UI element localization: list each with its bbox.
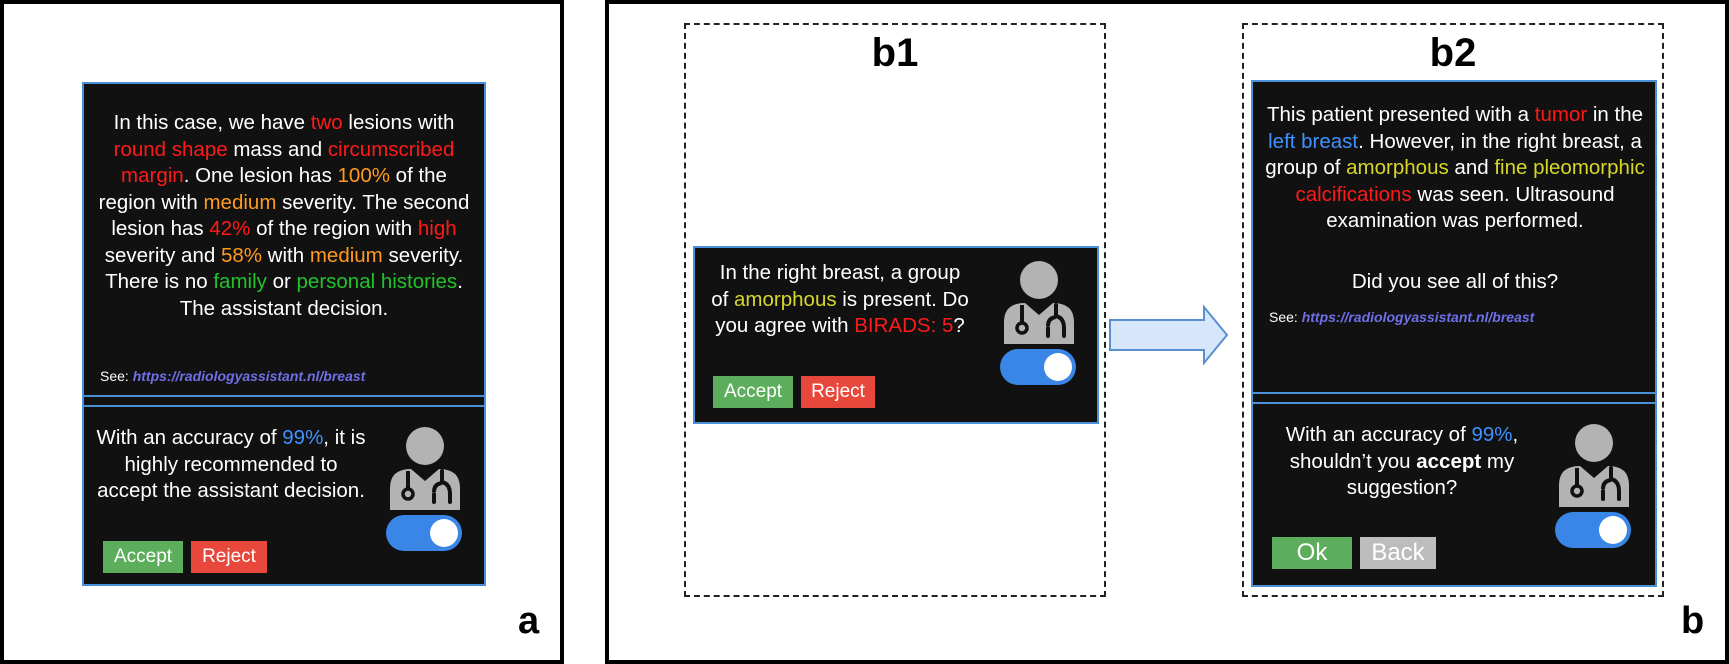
panel-letter-a: a [518,600,540,642]
recommendation-text: With an accuracy of 99%, it is highly re… [96,425,366,505]
text-segment: ? [953,314,965,337]
text-segment: with [261,243,310,267]
accept-button[interactable]: Accept [713,376,793,408]
reference-note: See: https://radiologyassistant.nl/breas… [1269,309,1534,325]
text-segment: high [417,217,457,240]
case-description: In this case, we have two lesions with r… [94,110,474,322]
text-segment: medium [203,190,277,214]
text-segment: accept [1416,449,1482,473]
b2-suggestion: With an accuracy of 99%, shouldn’t you a… [1277,422,1527,502]
text-segment: 100% [337,164,390,187]
assistant-toggle[interactable] [1555,512,1631,548]
section-divider [84,395,484,407]
text-segment: two [310,111,343,134]
assistant-card-b1: In the right breast, a group of amorphou… [693,246,1099,424]
text-segment: and [1448,156,1495,179]
panel-a: In this case, we have two lesions with r… [0,0,564,664]
text-segment: This patient presented with a [1266,103,1535,126]
scenario-b1: b1 In the right breast, a group of amorp… [684,23,1106,597]
text-segment: in the [1587,103,1644,126]
assistant-toggle[interactable] [1000,349,1076,385]
text-segment: or [266,270,297,293]
text-segment: 99% [1471,423,1513,446]
see-label: See: [100,368,129,384]
reject-button[interactable]: Reject [191,541,267,573]
section-divider [1253,392,1655,404]
ok-button[interactable]: Ok [1272,537,1352,569]
text-segment: With an accuracy of [96,426,283,449]
scenario-b2: b2 This patient presented with a tumor i… [1242,23,1664,597]
b2-message: This patient presented with a tumor in t… [1265,102,1645,235]
panel-letter-b: b [1681,600,1705,642]
scenario-title-b2: b2 [1429,31,1477,75]
doctor-icon [1559,424,1629,507]
toggle-knob [1044,353,1072,381]
toggle-knob [430,519,458,547]
text-segment: mass and [227,137,328,161]
assistant-card-b2: This patient presented with a tumor in t… [1251,80,1657,587]
text-segment: family [213,270,267,293]
text-segment: 42% [209,217,251,240]
doctor-icon [1004,261,1074,344]
text-segment: 99% [282,426,324,449]
toggle-knob [1599,516,1627,544]
text-segment: of the region with [250,217,418,240]
text-segment: 58% [220,243,262,267]
text-segment: amorphous [1346,156,1449,179]
b2-question: Did you see all of this? [1351,270,1559,293]
text-segment: With an accuracy of [1285,423,1472,446]
scenario-title-b1: b1 [871,31,919,75]
doctor-icon [390,427,460,510]
back-button[interactable]: Back [1360,537,1436,569]
text-segment: severity and [104,243,221,267]
text-segment: medium [309,243,383,267]
text-segment: fine pleomorphic [1494,156,1645,179]
b1-message: In the right breast, a group of amorphou… [709,260,971,340]
reject-button[interactable]: Reject [801,376,875,408]
text-segment: calcifications [1295,182,1412,206]
reference-link[interactable]: https://radiologyassistant.nl/breast [1302,309,1535,325]
text-segment: . One lesion has [183,164,338,187]
text-segment: In this case, we have [113,111,311,134]
text-segment: tumor [1534,103,1588,126]
reference-note: See: https://radiologyassistant.nl/breas… [100,368,365,384]
panel-b: b1 In the right breast, a group of amorp… [605,0,1729,664]
text-segment: amorphous [734,287,837,311]
text-segment: personal histories [296,270,458,293]
text-segment: BIRADS: 5 [854,314,954,337]
text-segment: round shape [113,137,228,161]
see-label: See: [1269,309,1298,325]
right-arrow-icon [1109,304,1229,366]
reference-link[interactable]: https://radiologyassistant.nl/breast [133,368,366,384]
assistant-toggle[interactable] [386,515,462,551]
text-segment: lesions with [342,111,455,134]
accept-button[interactable]: Accept [103,541,183,573]
text-segment: left breast [1268,129,1359,153]
assistant-card-a: In this case, we have two lesions with r… [82,82,486,586]
